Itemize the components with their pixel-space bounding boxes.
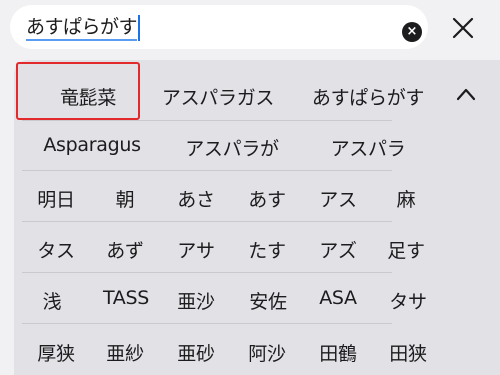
- candidate-item[interactable]: アス: [312, 185, 364, 212]
- search-input-text[interactable]: あすぱらがす: [26, 16, 138, 41]
- candidate-item[interactable]: TASS: [92, 287, 160, 309]
- candidate-item[interactable]: タサ: [382, 287, 434, 314]
- candidate-item[interactable]: 厚狭: [30, 339, 82, 366]
- candidate-item[interactable]: 阿沙: [241, 339, 293, 366]
- candidate-item[interactable]: 足す: [380, 236, 432, 263]
- candidate-item[interactable]: 亜沙: [170, 287, 222, 314]
- row-divider: [22, 221, 392, 222]
- row-divider: [22, 120, 392, 121]
- candidate-item[interactable]: アスパラ: [304, 134, 432, 161]
- candidate-item[interactable]: アスパラガス: [148, 83, 288, 110]
- candidate-item[interactable]: アズ: [312, 236, 364, 263]
- selected-candidate-highlight: [16, 62, 140, 120]
- candidate-item[interactable]: 明日: [30, 185, 82, 212]
- clear-icon[interactable]: ×: [402, 22, 422, 42]
- candidate-item[interactable]: タス: [30, 236, 82, 263]
- candidate-item[interactable]: あさ: [170, 185, 222, 212]
- candidate-item[interactable]: あす: [241, 185, 293, 212]
- row-divider: [22, 170, 392, 171]
- text-caret: [138, 15, 140, 41]
- chevron-up-icon[interactable]: [454, 85, 478, 103]
- close-icon[interactable]: [449, 14, 477, 42]
- candidate-item[interactable]: 亜紗: [99, 339, 151, 366]
- candidate-item[interactable]: たす: [241, 236, 293, 263]
- candidate-item[interactable]: アスパラが: [168, 134, 296, 161]
- candidate-item[interactable]: あすぱらがす: [298, 83, 438, 110]
- row-divider: [22, 323, 392, 324]
- search-input[interactable]: あすぱらがす ×: [10, 5, 428, 49]
- candidate-item[interactable]: あず: [99, 236, 151, 263]
- search-bar: あすぱらがす ×: [0, 0, 500, 55]
- candidate-item[interactable]: 田鶴: [312, 339, 364, 366]
- row-divider: [22, 272, 392, 273]
- candidate-item[interactable]: Asparagus: [24, 134, 160, 156]
- candidate-item[interactable]: 浅: [26, 287, 78, 314]
- candidate-item[interactable]: 麻: [380, 185, 432, 212]
- candidate-item[interactable]: アサ: [170, 236, 222, 263]
- candidate-item[interactable]: 亜砂: [170, 339, 222, 366]
- candidate-item[interactable]: 田狭: [382, 339, 434, 366]
- candidate-item[interactable]: ASA: [310, 287, 366, 309]
- candidate-item[interactable]: 朝: [99, 185, 151, 212]
- candidate-item[interactable]: 安佐: [242, 287, 294, 314]
